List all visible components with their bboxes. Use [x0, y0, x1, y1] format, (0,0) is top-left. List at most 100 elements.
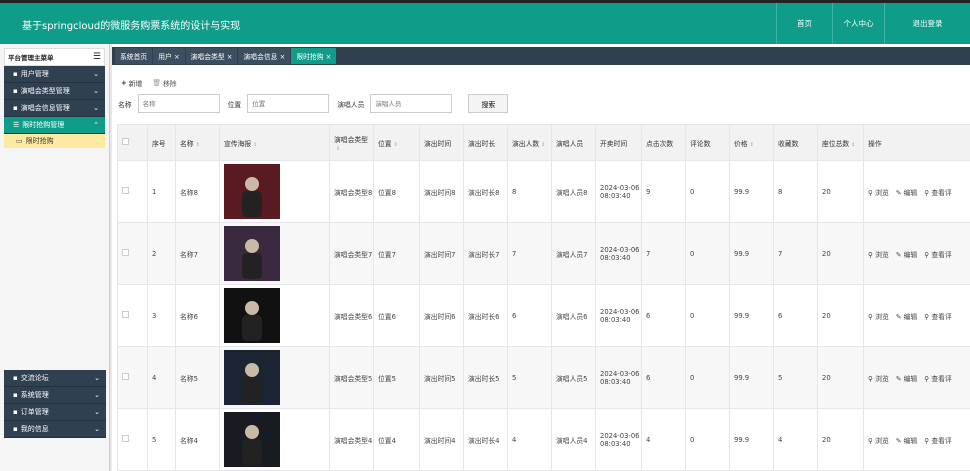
table-cell: 演出时长5: [463, 346, 508, 409]
sidebar-item-orders[interactable]: ▪ 订单管理 ⌄: [4, 404, 106, 421]
table-cell: 5: [773, 346, 818, 409]
view-button[interactable]: ⚲ 浏览: [868, 373, 889, 383]
name-label: 名称: [118, 100, 132, 109]
table-cell: 9: [641, 160, 686, 223]
view-button[interactable]: ⚲ 浏览: [868, 311, 889, 321]
view-comments-button[interactable]: ⚲ 查看评: [924, 249, 952, 259]
view-button[interactable]: ⚲ 浏览: [868, 249, 889, 259]
name-input[interactable]: [137, 94, 220, 113]
sort-icon[interactable]: ⇕: [851, 142, 855, 148]
sort-icon[interactable]: ⇕: [196, 142, 200, 148]
sort-icon[interactable]: ⇕: [336, 146, 340, 152]
toolbar: +新增 🗑移除 名称 位置 演唱人员 搜索: [118, 73, 964, 119]
chevron-down-icon: ⌄: [93, 87, 99, 95]
user-icon: ▪: [13, 70, 18, 78]
tab-concert-info[interactable]: 演唱会信息 ×: [238, 48, 291, 64]
row-select-cell[interactable]: [117, 408, 148, 471]
sidebar-item-forum[interactable]: ▪ 交流论坛 ⌄: [4, 370, 106, 387]
add-button[interactable]: + 新增: [121, 78, 142, 88]
nav-logout[interactable]: 退出登录: [884, 3, 970, 44]
row-checkbox[interactable]: [122, 311, 129, 318]
row-checkbox[interactable]: [122, 187, 129, 194]
col-header: 演出时间: [419, 124, 464, 161]
row-select-cell[interactable]: [117, 160, 148, 223]
col-header: 演唱人员: [551, 124, 596, 161]
col-header: 收藏数: [773, 124, 818, 161]
chevron-up-icon: ⌃: [93, 121, 99, 129]
menu-icon[interactable]: ☰: [93, 52, 101, 62]
poster-image: [224, 412, 280, 467]
sidebar-item-concert-info[interactable]: ▪ 演唱会信息管理 ⌄: [4, 100, 105, 117]
poster-image: [224, 164, 280, 219]
col-header[interactable]: 价格 ⇕: [729, 124, 774, 161]
poster-image: [224, 350, 280, 405]
select-all-checkbox[interactable]: [122, 138, 129, 145]
col-header[interactable]: 位置 ⇕: [373, 124, 420, 161]
view-comments-button[interactable]: ⚲ 查看评: [924, 373, 952, 383]
tab-concert-types[interactable]: 演唱会类型 ×: [185, 48, 238, 64]
col-header[interactable]: 座位总数 ⇕: [817, 124, 864, 161]
table-cell: 演出时长7: [463, 222, 508, 285]
table-cell: 7: [507, 222, 552, 285]
table-icon: ▪: [13, 104, 18, 112]
plus-icon: +: [121, 79, 127, 87]
row-checkbox[interactable]: [122, 373, 129, 380]
performer-input[interactable]: [370, 94, 453, 113]
table-cell: 位置4: [373, 408, 420, 471]
delete-button[interactable]: 🗑 移除: [152, 78, 176, 88]
tab-users[interactable]: 用户 ×: [153, 48, 185, 64]
edit-button[interactable]: ✎ 编辑: [896, 373, 917, 383]
table-cell: 6: [641, 346, 686, 409]
view-button[interactable]: ⚲ 浏览: [868, 435, 889, 445]
row-checkbox[interactable]: [122, 435, 129, 442]
col-header[interactable]: 演出人数 ⇕: [507, 124, 552, 161]
search-icon: ⚲: [924, 374, 930, 383]
col-header[interactable]: 演唱会类型⇕: [329, 124, 374, 161]
search-icon: ⚲: [924, 312, 930, 321]
table-cell: 6: [641, 284, 686, 347]
sort-icon[interactable]: ⇕: [253, 142, 257, 148]
table-cell: 99.9: [729, 222, 774, 285]
table-cell: 名称7: [175, 222, 220, 285]
table-cell: 99.9: [729, 408, 774, 471]
edit-button[interactable]: ✎ 编辑: [896, 311, 917, 321]
edit-button[interactable]: ✎ 编辑: [896, 187, 917, 197]
nav-home[interactable]: 首页: [776, 3, 832, 44]
edit-button[interactable]: ✎ 编辑: [896, 249, 917, 259]
sidebar-item-users[interactable]: ▪ 用户管理 ⌄: [4, 66, 105, 83]
table-cell: 位置7: [373, 222, 420, 285]
tab-home[interactable]: 系统首页: [115, 48, 153, 64]
position-input[interactable]: [247, 94, 330, 113]
sort-icon[interactable]: ⇕: [541, 142, 545, 148]
sidebar-subitem-flash-sale[interactable]: ▭ 限时抢购: [4, 134, 105, 148]
chevron-down-icon: ⌄: [93, 104, 99, 112]
sidebar-item-flash-sale[interactable]: ☰ 限时抢购管理 ⌃: [4, 117, 105, 134]
sort-icon[interactable]: ⇕: [750, 142, 754, 148]
row-select-cell[interactable]: [117, 346, 148, 409]
sort-icon[interactable]: ⇕: [394, 142, 398, 148]
nav-profile[interactable]: 个人中心: [832, 3, 884, 44]
view-comments-button[interactable]: ⚲ 查看评: [924, 311, 952, 321]
tab-flash-sale[interactable]: 限时抢购 ×: [291, 48, 337, 64]
table-cell: 99.9: [729, 284, 774, 347]
search-icon: ⚲: [868, 312, 873, 321]
col-header[interactable]: 名称 ⇕: [175, 124, 220, 161]
select-all-cell[interactable]: [117, 124, 148, 161]
table-cell: 2024-03-06 08:03:40: [595, 346, 642, 409]
row-select-cell[interactable]: [117, 222, 148, 285]
table-cell: 2024-03-06 08:03:40: [595, 408, 642, 471]
row-select-cell[interactable]: [117, 284, 148, 347]
search-button[interactable]: 搜索: [468, 94, 509, 113]
table-cell: 2: [147, 222, 176, 285]
edit-button[interactable]: ✎ 编辑: [896, 435, 917, 445]
view-comments-button[interactable]: ⚲ 查看评: [924, 187, 952, 197]
chevron-down-icon: ⌄: [94, 408, 100, 416]
view-comments-button[interactable]: ⚲ 查看评: [924, 435, 952, 445]
row-checkbox[interactable]: [122, 249, 129, 256]
sidebar-item-system[interactable]: ▪ 系统管理 ⌄: [4, 387, 106, 404]
col-header: 开卖时间: [595, 124, 642, 161]
view-button[interactable]: ⚲ 浏览: [868, 187, 889, 197]
sidebar-item-my-info[interactable]: ▪ 我的信息 ⌄: [4, 421, 106, 438]
col-header[interactable]: 宣传海报 ⇕: [219, 124, 330, 161]
sidebar-item-concert-types[interactable]: ▪ 演唱会类型管理 ⌄: [4, 83, 105, 100]
